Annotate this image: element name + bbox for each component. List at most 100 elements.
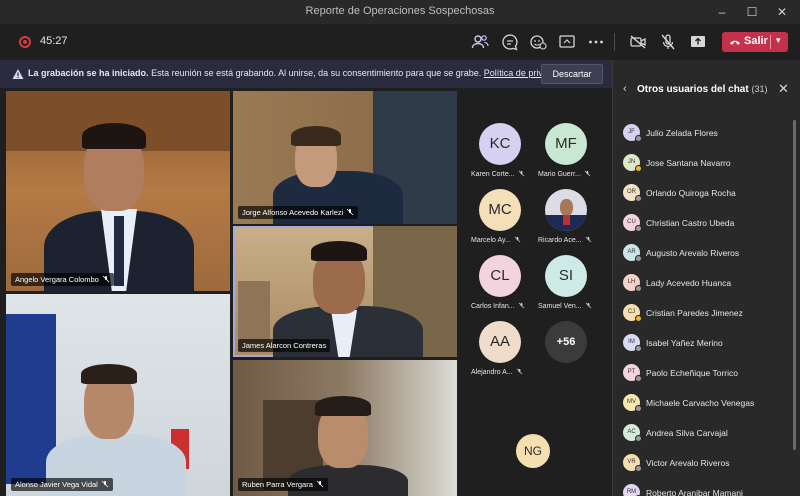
status-badge: [635, 135, 642, 142]
people-list-item[interactable]: MV Michaele Carvacho Venegas: [623, 392, 788, 416]
close-icon[interactable]: ✕: [778, 81, 789, 97]
participant-avatar[interactable]: SI: [545, 255, 587, 297]
mic-off-icon: [102, 275, 110, 283]
window-title: Reporte de Operaciones Sospechosas: [305, 5, 495, 17]
scrollbar[interactable]: [793, 120, 796, 496]
status-badge: [635, 255, 642, 262]
status-badge: [635, 285, 642, 292]
reactions-icon[interactable]: [528, 32, 548, 52]
people-list-item[interactable]: PT Paolo Echeñique Torrico: [623, 362, 788, 386]
person-name: Victor Arevalo Riveros: [646, 458, 730, 468]
leave-button[interactable]: Salir ▾: [722, 32, 788, 52]
mic-off-icon: [101, 480, 109, 488]
mic-off-icon[interactable]: [658, 32, 678, 52]
title-bar: Reporte de Operaciones Sospechosas – ☐ ✕: [0, 0, 800, 24]
participant-name: Samuel Ven...: [538, 303, 582, 310]
participant-avatar[interactable]: NG: [516, 434, 550, 468]
people-icon[interactable]: [470, 32, 490, 52]
mic-off-icon: [584, 170, 591, 177]
video-tile[interactable]: Alonso Javier Vega Vidal: [6, 294, 230, 496]
more-options-icon[interactable]: [586, 32, 606, 52]
share-tray-icon[interactable]: [557, 32, 577, 52]
participant-photo-avatar[interactable]: [545, 189, 587, 231]
banner-text: La grabación se ha iniciado. Esta reunió…: [28, 68, 569, 78]
people-list-item[interactable]: AR Augusto Arevalo Riveros: [623, 242, 788, 266]
scrollbar-thumb[interactable]: [793, 120, 796, 450]
video-tile[interactable]: Ruben Parra Vergara: [233, 360, 457, 496]
avatar-name-label: Karen Corte...: [471, 170, 525, 178]
status-badge: [635, 315, 642, 322]
people-list-item[interactable]: IM Isabel Yañez Merino: [623, 332, 788, 356]
avatar-name-label: Ricardo Ace...: [538, 236, 592, 244]
people-list-item[interactable]: LH Lady Acevedo Huanca: [623, 272, 788, 296]
dismiss-button[interactable]: Descartar: [541, 64, 603, 84]
people-list-item[interactable]: AC Andrea Silva Carvajal: [623, 422, 788, 446]
people-list-item[interactable]: OR Orlando Quiroga Rocha: [623, 182, 788, 206]
participant-name: Jorge Alfonso Acevedo Karlezi: [242, 208, 344, 217]
status-badge: [635, 465, 642, 472]
participant-name: Marcelo Ay...: [471, 237, 511, 244]
participant-avatar[interactable]: AA: [479, 321, 521, 363]
leave-label: Salir: [744, 35, 768, 47]
participant-avatar[interactable]: MC: [479, 189, 521, 231]
person-name: Andrea Silva Carvajal: [646, 428, 728, 438]
person-name: Lady Acevedo Huanca: [646, 278, 732, 288]
person-name: Orlando Quiroga Rocha: [646, 188, 736, 198]
people-list-item[interactable]: JF Julio Zelada Flores: [623, 122, 788, 146]
person-hair: [291, 126, 341, 146]
participant-avatar[interactable]: MF: [545, 123, 587, 165]
avatar-name-label: Carlos Infan...: [471, 302, 525, 310]
back-icon[interactable]: ‹: [623, 83, 627, 95]
person-name: Augusto Arevalo Riveros: [646, 248, 740, 258]
tile-name-label: Ruben Parra Vergara: [238, 478, 328, 491]
video-tile-active[interactable]: James Alarcon Contreras: [233, 226, 457, 357]
people-list-item[interactable]: VR Victor Arevalo Riveros: [623, 452, 788, 476]
avatar-name-label: Marcelo Ay...: [471, 236, 521, 244]
photo-sash: [563, 215, 570, 225]
tile-name-label: James Alarcon Contreras: [238, 339, 331, 352]
person-hair: [315, 396, 371, 416]
tile-name-label: Jorge Alfonso Acevedo Karlezi: [238, 206, 359, 219]
mic-off-icon: [516, 368, 523, 375]
status-badge: [635, 435, 642, 442]
share-screen-icon[interactable]: [688, 32, 708, 52]
participant-name: Karen Corte...: [471, 171, 515, 178]
mic-off-icon: [518, 302, 524, 309]
person-name: Julio Zelada Flores: [646, 128, 718, 138]
people-list-item[interactable]: CJ Cristian Paredes Jimenez: [623, 302, 788, 326]
tile-name-label: Angelo Vergara Colombo: [11, 273, 114, 286]
panel-title-text: Otros usuarios del chat: [637, 84, 749, 95]
status-badge: [635, 225, 642, 232]
close-window-button[interactable]: ✕: [772, 2, 792, 22]
mic-off-icon: [316, 480, 324, 488]
people-list-item[interactable]: RM Roberto Aranibar Mamani: [623, 482, 788, 496]
person-tie: [114, 216, 124, 286]
person-name: Jose Santana Navarro: [646, 158, 731, 168]
participant-avatar[interactable]: KC: [479, 123, 521, 165]
people-list-item[interactable]: JN Jose Santana Navarro: [623, 152, 788, 176]
participant-grid: KC Karen Corte... MF Mario Guerr... MC M…: [460, 88, 612, 496]
status-badge: [635, 405, 642, 412]
toolbar-divider: [614, 33, 615, 51]
participant-avatar[interactable]: CL: [479, 255, 521, 297]
status-badge: [635, 195, 642, 202]
video-tile[interactable]: Jorge Alfonso Acevedo Karlezi: [233, 91, 457, 224]
person-name: Isabel Yañez Merino: [646, 338, 723, 348]
minimize-button[interactable]: –: [712, 2, 732, 22]
video-tile[interactable]: Angelo Vergara Colombo: [6, 91, 230, 291]
avatar-name-label: Mario Guerr...: [538, 170, 591, 178]
warning-icon: [12, 69, 24, 79]
tile-name-label: Alonso Javier Vega Vidal: [11, 478, 113, 491]
chat-icon[interactable]: [500, 32, 520, 52]
meeting-toolbar: 45:27 Salir ▾: [0, 24, 800, 60]
more-participants-button[interactable]: +56: [545, 321, 587, 363]
maximize-button[interactable]: ☐: [742, 2, 762, 22]
camera-off-icon[interactable]: [628, 32, 648, 52]
mic-off-icon: [585, 302, 591, 309]
people-list-item[interactable]: CU Christian Castro Ubeda: [623, 212, 788, 236]
chevron-down-icon[interactable]: ▾: [776, 35, 781, 46]
mic-off-icon: [518, 170, 524, 177]
person-name: Paolo Echeñique Torrico: [646, 368, 738, 378]
participant-name: Ricardo Ace...: [538, 237, 582, 244]
participant-name: Ruben Parra Vergara: [242, 480, 313, 489]
